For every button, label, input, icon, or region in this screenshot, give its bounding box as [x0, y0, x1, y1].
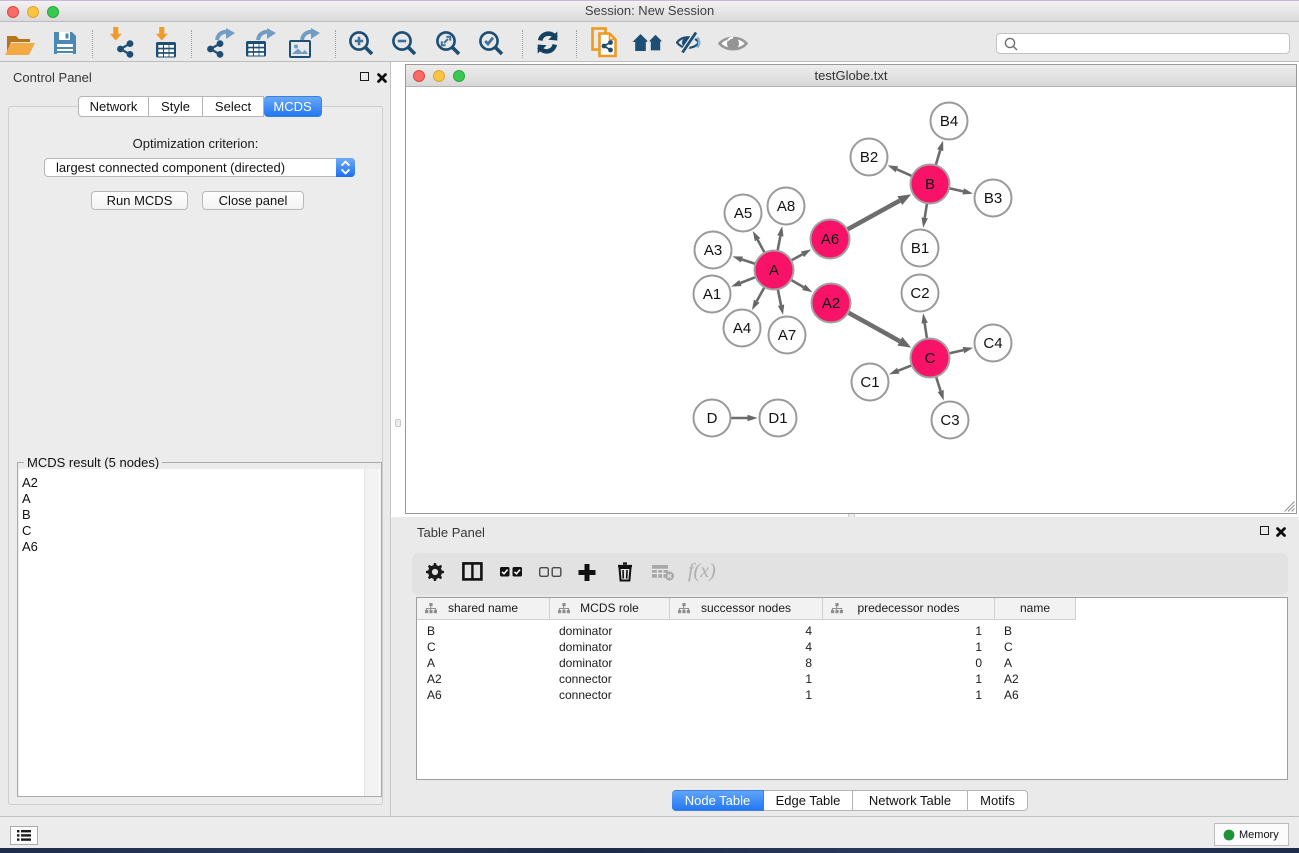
svg-text:A5: A5: [734, 205, 752, 222]
svg-text:B4: B4: [940, 113, 958, 130]
svg-text:A2: A2: [822, 295, 840, 312]
svg-text:C1: C1: [860, 374, 879, 391]
svg-text:A7: A7: [778, 327, 796, 344]
svg-text:C3: C3: [940, 412, 959, 429]
svg-text:A8: A8: [777, 198, 795, 215]
svg-text:A: A: [769, 262, 779, 279]
svg-text:A1: A1: [703, 286, 721, 303]
svg-text:C4: C4: [983, 335, 1002, 352]
svg-text:B: B: [925, 176, 935, 193]
svg-text:D: D: [707, 410, 718, 427]
svg-text:D1: D1: [768, 410, 787, 427]
svg-text:B3: B3: [984, 190, 1002, 207]
svg-text:A4: A4: [733, 320, 751, 337]
svg-text:C2: C2: [910, 285, 929, 302]
svg-text:A6: A6: [821, 231, 839, 248]
svg-text:B1: B1: [911, 240, 929, 257]
svg-text:B2: B2: [860, 149, 878, 166]
svg-text:A3: A3: [704, 242, 722, 259]
svg-text:C: C: [925, 350, 936, 367]
